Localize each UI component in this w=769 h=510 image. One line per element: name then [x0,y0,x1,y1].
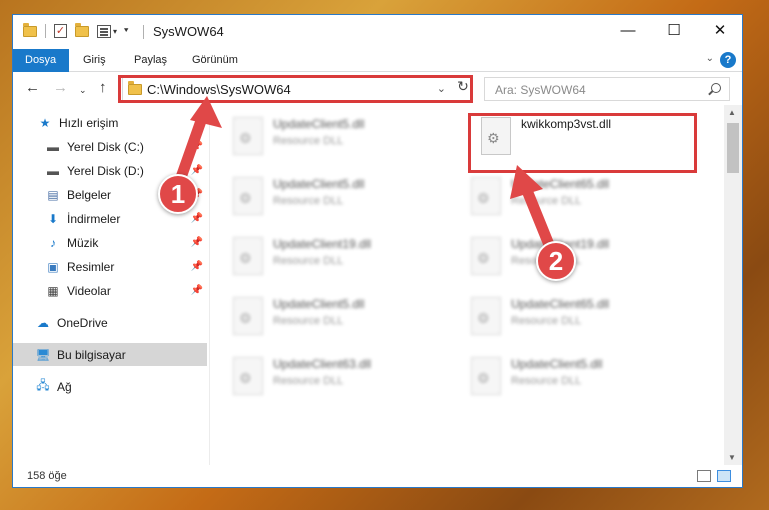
callout-badge-2: 2 [536,241,576,281]
callout-arrows [172,96,562,268]
callout-arrow-1 [172,96,222,192]
callout-badge-1: 1 [158,174,198,214]
